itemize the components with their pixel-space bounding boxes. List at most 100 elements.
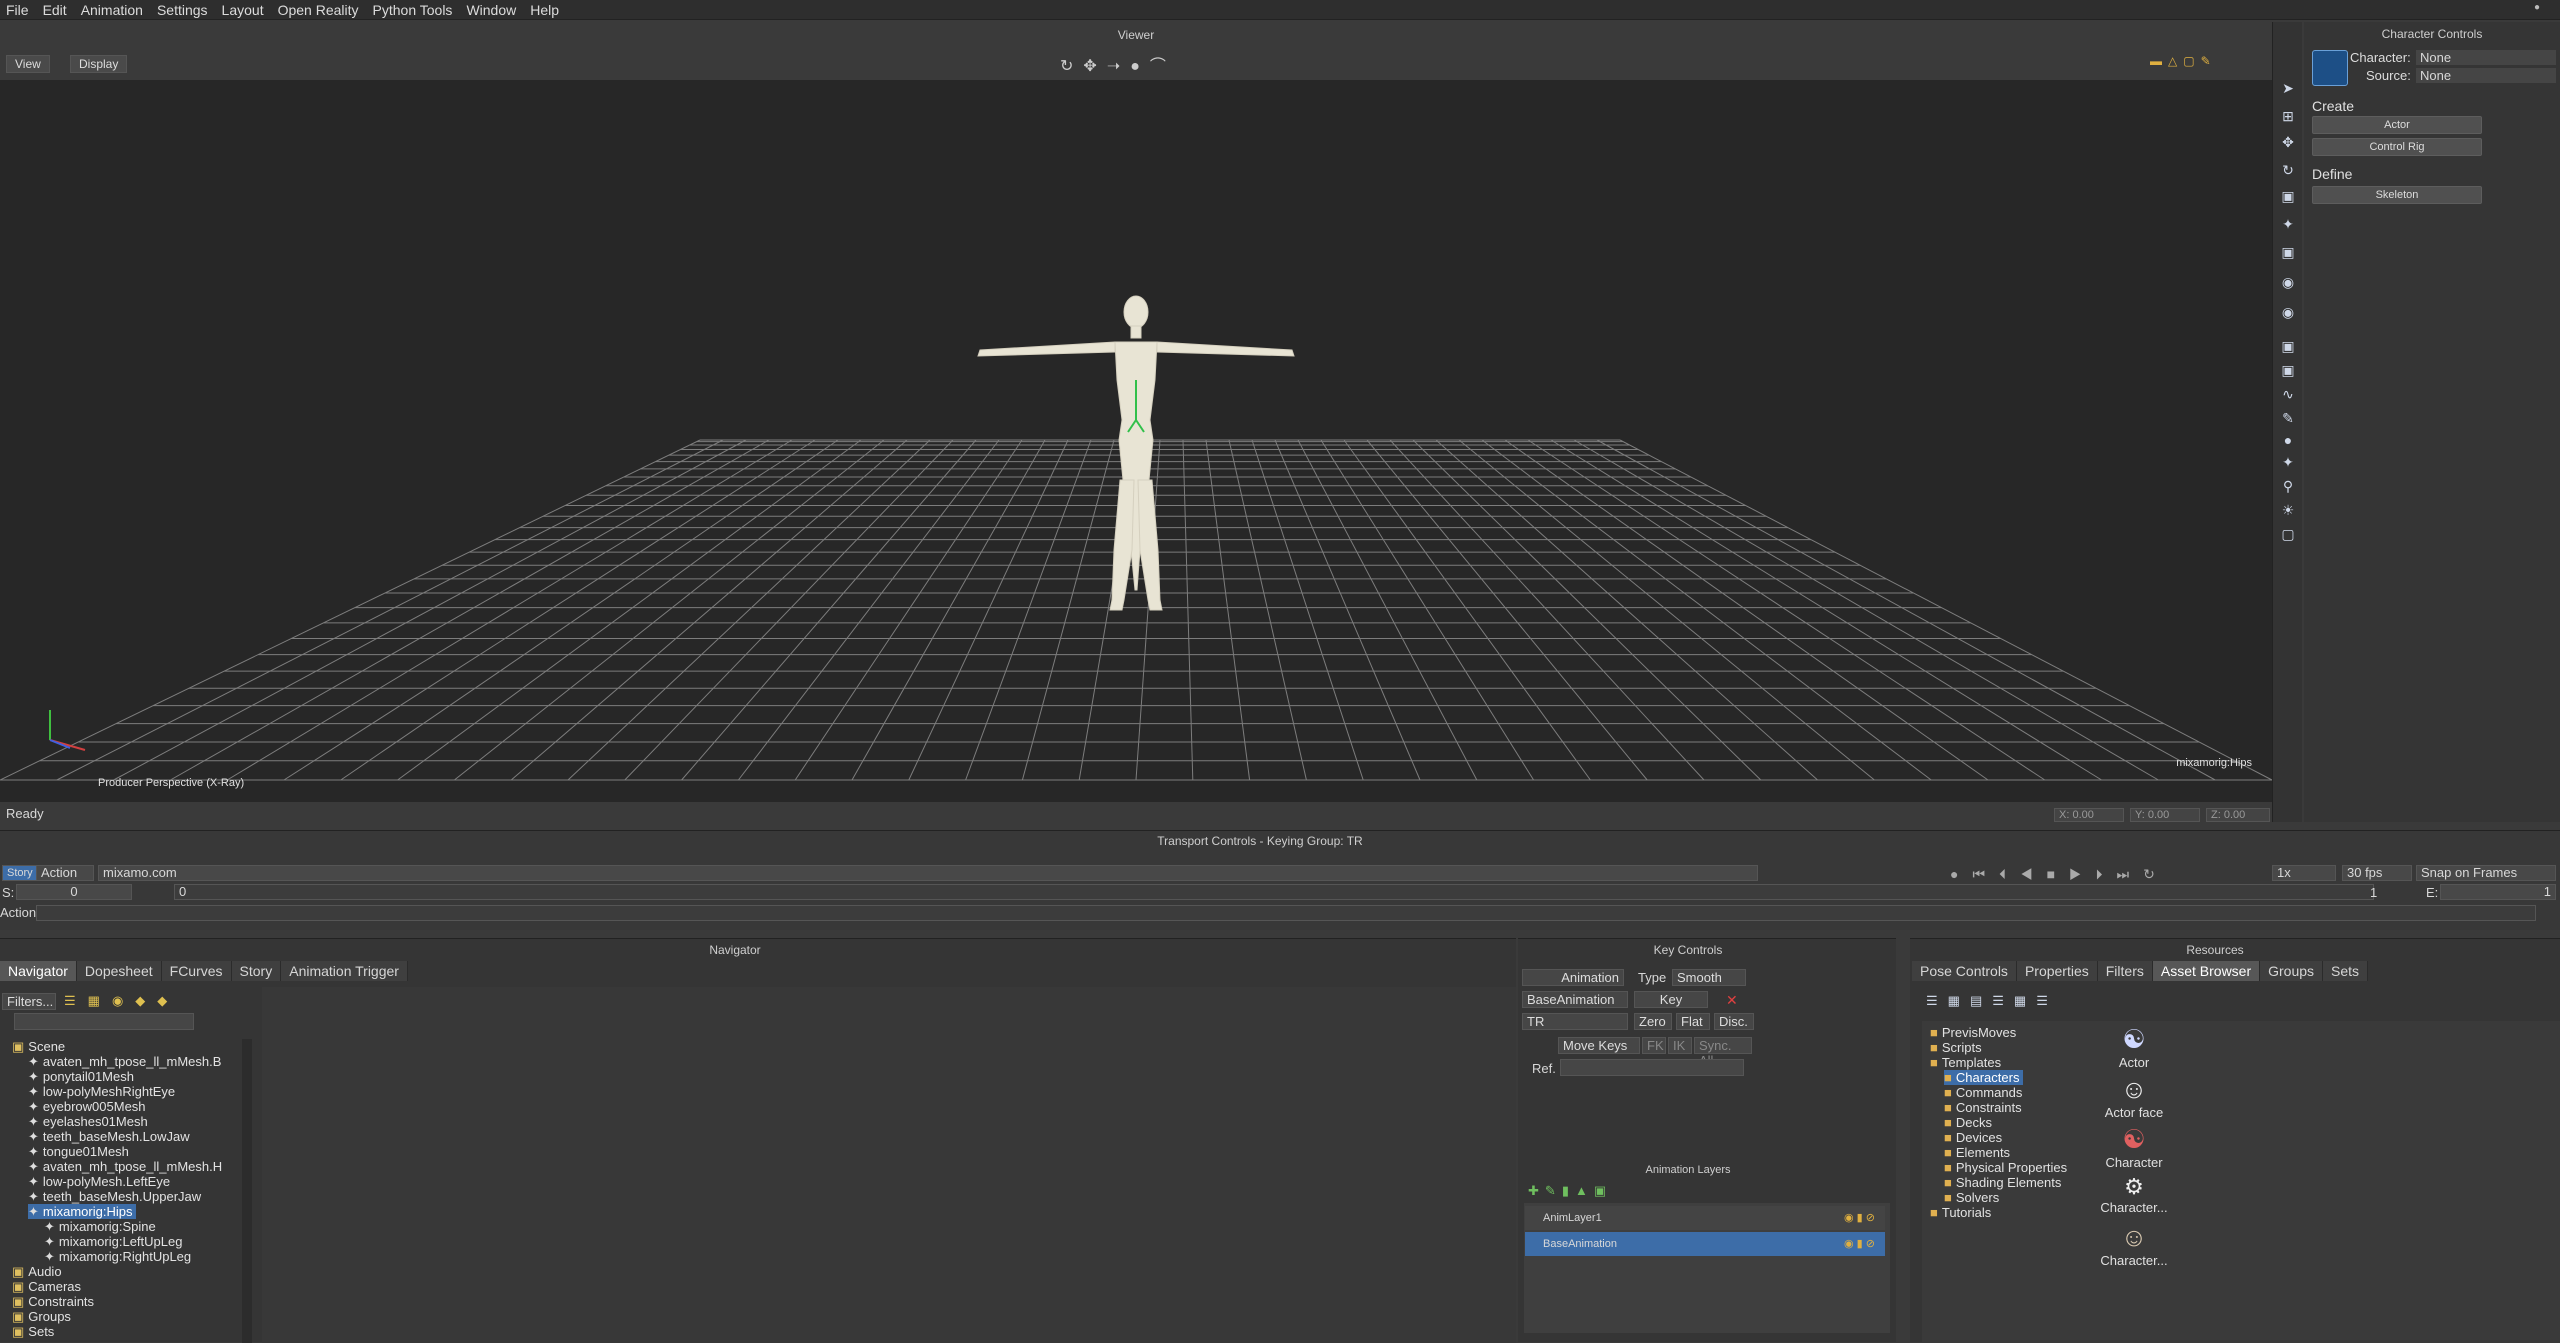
menu-window[interactable]: Window bbox=[466, 2, 516, 18]
ref-field[interactable] bbox=[1560, 1059, 1744, 1076]
folder-item[interactable]: ■ Characters bbox=[1944, 1070, 2024, 1085]
menu-edit[interactable]: Edit bbox=[43, 2, 67, 18]
sphere-icon[interactable]: ● bbox=[1130, 58, 1150, 75]
sync-all-button[interactable]: Sync. All bbox=[1694, 1037, 1752, 1068]
tree-item[interactable]: ✦ avaten_mh_tpose_ll_mMesh.B bbox=[28, 1054, 221, 1069]
cube-icon[interactable]: ▣ bbox=[2280, 338, 2296, 354]
move-keys-button[interactable]: Move Keys bbox=[1558, 1037, 1640, 1054]
arc-icon[interactable]: ⌒ bbox=[1150, 58, 1176, 75]
merge-layer-icon[interactable]: ▲ bbox=[1575, 1183, 1594, 1198]
asset-character[interactable]: ☯ Character bbox=[2094, 1124, 2174, 1170]
list-icon[interactable]: ☰ bbox=[64, 993, 88, 1008]
tree-item[interactable]: ✦ mixamorig:LeftUpLeg bbox=[44, 1234, 182, 1249]
asset-actor-face[interactable]: ☺ Actor face bbox=[2094, 1074, 2174, 1120]
tab-asset-browser[interactable]: Asset Browser bbox=[2152, 961, 2261, 981]
tree-item[interactable]: ✦ teeth_baseMesh.LowJaw bbox=[28, 1129, 190, 1144]
asset-character-extension[interactable]: ⚙ Character... bbox=[2094, 1174, 2174, 1215]
folder-item[interactable]: ■ Devices bbox=[1944, 1130, 2002, 1145]
add-layer-icon[interactable]: ✚ bbox=[1528, 1183, 1545, 1198]
tree-item[interactable]: ✦ ponytail01Mesh bbox=[28, 1069, 134, 1084]
character-dropdown[interactable]: None bbox=[2416, 50, 2556, 65]
frame-icon[interactable]: ▢ bbox=[2280, 526, 2296, 542]
fk-button[interactable]: FK bbox=[1642, 1037, 1666, 1054]
folder-item[interactable]: ■ PrevisMoves bbox=[1930, 1025, 2016, 1040]
3d-icon[interactable]: ▢ bbox=[2183, 54, 2200, 68]
asset-actor[interactable]: ☯ Actor bbox=[2094, 1024, 2174, 1070]
folder-item[interactable]: ■ Commands bbox=[1944, 1085, 2022, 1100]
diamond-icon[interactable]: ◆ bbox=[135, 993, 157, 1008]
goto-end-icon[interactable]: ⏭ bbox=[2117, 866, 2144, 882]
scale-icon[interactable]: ▣ bbox=[2280, 188, 2296, 204]
ruler-icon[interactable]: ▬ bbox=[2150, 54, 2168, 68]
action-track[interactable] bbox=[36, 905, 2536, 921]
split-view-icon[interactable]: ▤ bbox=[1970, 993, 1992, 1008]
menu-help[interactable]: Help bbox=[530, 2, 559, 18]
globe-icon[interactable]: ◉ bbox=[2280, 274, 2296, 290]
curve-icon[interactable]: ∿ bbox=[2280, 386, 2296, 402]
menu-file[interactable]: File bbox=[6, 2, 29, 18]
view-menu-button[interactable]: View bbox=[6, 55, 50, 73]
snap-dropdown[interactable]: Snap on Frames bbox=[2416, 865, 2556, 881]
tab-groups[interactable]: Groups bbox=[2260, 961, 2324, 981]
layer-dropdown[interactable]: BaseAnimation bbox=[1522, 991, 1628, 1008]
folder-item[interactable]: ■ Scripts bbox=[1930, 1040, 1982, 1055]
menu-animation[interactable]: Animation bbox=[81, 2, 143, 18]
tab-properties[interactable]: Properties bbox=[2016, 961, 2098, 981]
record-icon[interactable]: ● bbox=[1950, 866, 1972, 882]
ik-button[interactable]: IK bbox=[1668, 1037, 1692, 1054]
skeleton-button[interactable]: Skeleton bbox=[2312, 186, 2482, 204]
tab-fcurves[interactable]: FCurves bbox=[161, 961, 232, 981]
tab-sets[interactable]: Sets bbox=[2323, 961, 2369, 981]
menu-open-reality[interactable]: Open Reality bbox=[278, 2, 359, 18]
start-frame-field[interactable]: 0 bbox=[16, 884, 132, 900]
tab-animation-trigger[interactable]: Animation Trigger bbox=[281, 961, 408, 981]
layer-options-icon[interactable]: ▣ bbox=[1594, 1183, 1612, 1198]
tree-item[interactable]: ▣ Cameras bbox=[12, 1279, 81, 1294]
diamond-alt-icon[interactable]: ◆ bbox=[157, 993, 179, 1008]
navigator-search-input[interactable] bbox=[14, 1013, 194, 1030]
user-icon[interactable]: ● bbox=[2534, 2, 2540, 13]
orbit-icon[interactable]: ↻ bbox=[1060, 58, 1083, 75]
story-button[interactable]: Story bbox=[2, 865, 38, 881]
delete-layer-icon[interactable]: ▮ bbox=[1562, 1183, 1575, 1198]
source-dropdown[interactable]: None bbox=[2416, 68, 2556, 83]
layer-row-baseanimation[interactable]: BaseAnimation ◉ ▮ ⊘ bbox=[1525, 1232, 1885, 1256]
prev-key-icon[interactable]: ⏴ bbox=[1999, 866, 2020, 882]
rotate-icon[interactable]: ↻ bbox=[2280, 162, 2296, 178]
tree-item[interactable]: ▣ Constraints bbox=[12, 1294, 94, 1309]
folder-item[interactable]: ■ Elements bbox=[1944, 1145, 2010, 1160]
pivot-icon[interactable]: ✦ bbox=[2280, 216, 2296, 232]
joint-icon[interactable]: ✦ bbox=[2280, 454, 2296, 470]
folder-item[interactable]: ■ Decks bbox=[1944, 1115, 1992, 1130]
line-icon[interactable]: ➝ bbox=[1107, 58, 1130, 75]
play-back-icon[interactable]: ◀ bbox=[2020, 866, 2047, 882]
tree-item[interactable]: ✦ teeth_baseMesh.UpperJaw bbox=[28, 1189, 201, 1204]
lock-icon[interactable]: ◉ bbox=[112, 993, 135, 1008]
select-icon[interactable]: ➤ bbox=[2280, 80, 2296, 96]
tree-item[interactable]: ▣ Audio bbox=[12, 1264, 62, 1279]
tab-dopesheet[interactable]: Dopesheet bbox=[76, 961, 162, 981]
timeline-slider[interactable]: 0 bbox=[174, 884, 2374, 900]
animation-mode-button[interactable]: Animation bbox=[1522, 969, 1624, 986]
filters-dropdown[interactable]: Filters... bbox=[2, 993, 56, 1010]
tree-item[interactable]: ✦ mixamorig:Spine bbox=[44, 1219, 156, 1234]
duplicate-layer-icon[interactable]: ✎ bbox=[1545, 1183, 1562, 1198]
move-icon[interactable]: ✥ bbox=[1083, 58, 1106, 75]
menu-settings[interactable]: Settings bbox=[157, 2, 208, 18]
tab-filters[interactable]: Filters bbox=[2097, 961, 2153, 981]
fps-dropdown[interactable]: 30 fps bbox=[2342, 865, 2412, 881]
take-dropdown[interactable]: mixamo.com bbox=[98, 865, 1758, 881]
pen-icon[interactable]: ✎ bbox=[2201, 54, 2217, 68]
folder-item[interactable]: ■ Solvers bbox=[1944, 1190, 1999, 1205]
hierarchy-icon[interactable]: ▦ bbox=[88, 993, 112, 1008]
tree-item[interactable]: ✦ low-polyMesh.LeftEye bbox=[28, 1174, 170, 1189]
snap-tool-icon[interactable]: ▣ bbox=[2280, 244, 2296, 260]
snap-icon[interactable]: △ bbox=[2168, 54, 2183, 68]
folder-item[interactable]: ■ Shading Elements bbox=[1944, 1175, 2061, 1190]
translate-icon[interactable]: ✥ bbox=[2280, 134, 2296, 150]
next-key-icon[interactable]: ⏵ bbox=[2096, 866, 2117, 882]
end-frame-field[interactable]: 1 bbox=[2440, 884, 2556, 900]
details-view-icon[interactable]: ☰ bbox=[2036, 993, 2058, 1008]
3d-viewport[interactable]: Producer Perspective (X-Ray) mixamorig:H… bbox=[0, 80, 2272, 802]
list-view-icon[interactable]: ☰ bbox=[1992, 993, 2014, 1008]
